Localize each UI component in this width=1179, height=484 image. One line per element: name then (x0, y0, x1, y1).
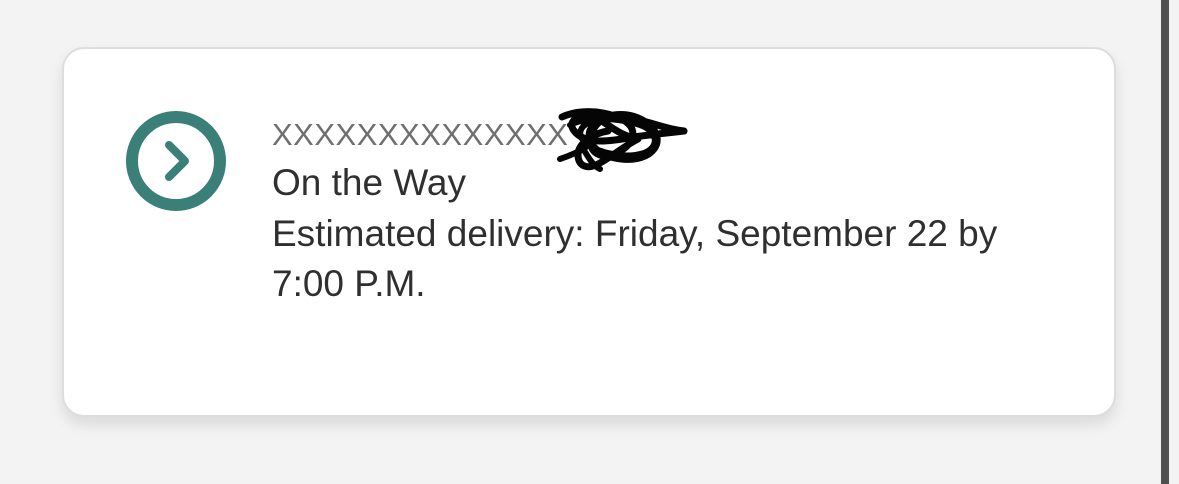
scrollbar[interactable] (1161, 0, 1169, 484)
estimated-delivery: Estimated delivery: Friday, September 22… (272, 213, 998, 304)
shipment-status: On the Way (272, 162, 466, 203)
tracking-number-row: XXXXXXXXXXXXXX (272, 108, 1092, 172)
tracking-details: XXXXXXXXXXXXXX On the Way Estimated deli… (272, 108, 1092, 309)
tracking-card[interactable]: XXXXXXXXXXXXXX On the Way Estimated deli… (62, 47, 1116, 417)
tracking-number: XXXXXXXXXXXXXX (272, 117, 569, 152)
chevron-right-circle-icon (126, 111, 226, 211)
